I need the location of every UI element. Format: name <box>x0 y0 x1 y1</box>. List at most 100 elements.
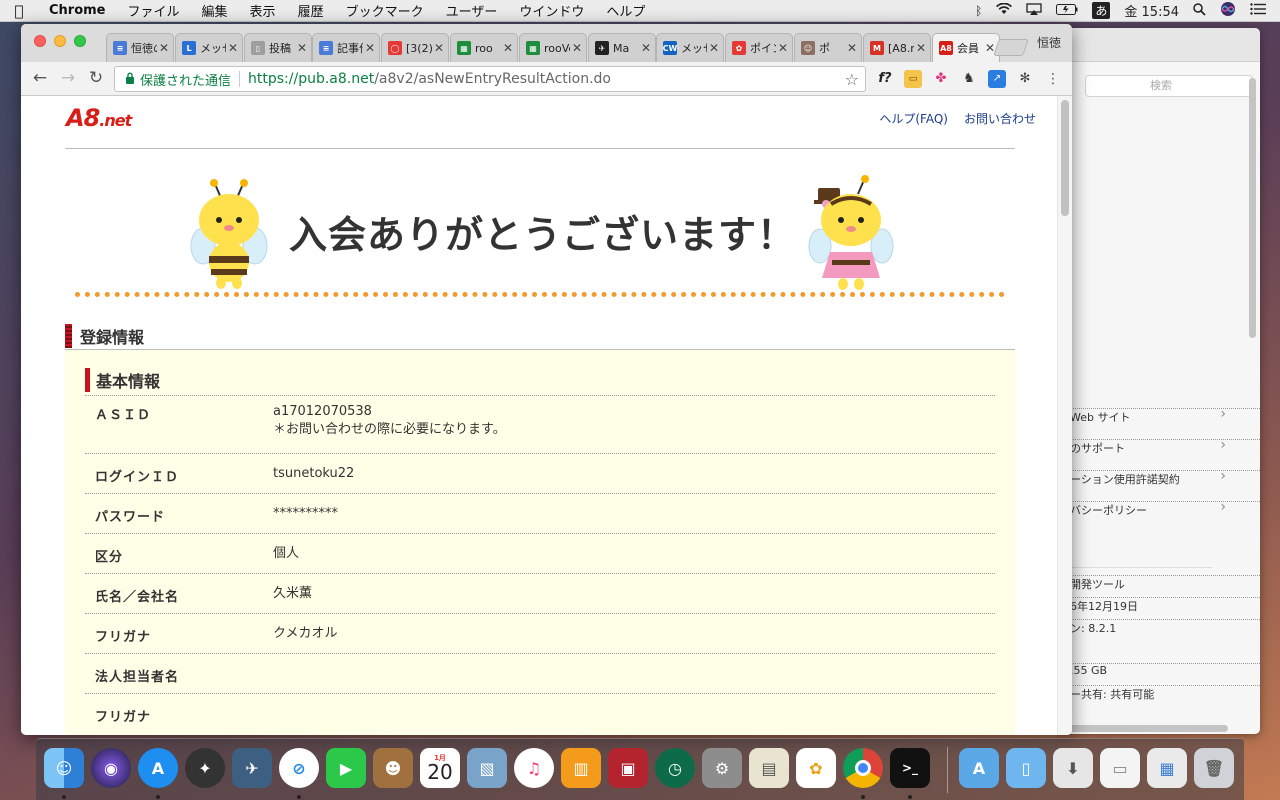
chrome-menu-icon[interactable]: ⋮ <box>1044 70 1062 88</box>
tab-close-icon[interactable]: ✕ <box>847 41 857 55</box>
system-preferences-icon[interactable]: ⚙ <box>702 748 742 788</box>
tab-4[interactable]: ◯ [3(2)]✕ <box>381 33 449 62</box>
photos-icon[interactable]: ✿ <box>796 748 836 788</box>
app-store-icon[interactable]: A <box>138 748 178 788</box>
tab-3[interactable]: ≡ 記事作✕ <box>312 33 380 62</box>
preview-icon[interactable]: ✈ <box>232 748 272 788</box>
formula-extension-icon[interactable]: f? <box>876 70 894 88</box>
address-bar[interactable]: 保護された通信 https://pub.a8.net/a8v2/asNewEnt… <box>114 66 866 92</box>
bg-link-license[interactable]: ーション使用許諾契約 <box>1070 470 1260 487</box>
bg-link-support[interactable]: のサポート <box>1070 439 1260 456</box>
spotlight-icon[interactable] <box>1193 2 1206 19</box>
tab-2[interactable]: ▯ 投稿 ✕ <box>244 33 312 62</box>
photo-viewer-icon[interactable]: ▧ <box>467 748 507 788</box>
siri-icon[interactable] <box>1220 1 1236 20</box>
profile-button[interactable]: 恒徳 <box>1037 34 1061 51</box>
minimize-window-button[interactable] <box>54 35 66 47</box>
ime-indicator[interactable]: あ <box>1092 2 1111 19</box>
ruler-extension-icon[interactable]: ▭ <box>904 70 922 88</box>
menu-file[interactable]: ファイル <box>117 1 191 20</box>
chrome-icon[interactable] <box>843 748 883 788</box>
file-stack-icon[interactable]: ▭ <box>1100 748 1140 788</box>
tools-extension-icon[interactable]: ✻ <box>1016 70 1034 88</box>
bg-link-website[interactable]: Web サイト <box>1070 408 1260 425</box>
menu-bookmarks[interactable]: ブックマーク <box>335 1 435 20</box>
background-horizontal-scrollbar[interactable] <box>1060 725 1228 732</box>
airplay-icon[interactable] <box>1026 2 1043 19</box>
tab-12[interactable]: A8 会員 ✕ <box>932 33 1000 62</box>
battery-icon[interactable] <box>1056 3 1078 18</box>
tab-11[interactable]: M [A8.n✕ <box>863 33 931 62</box>
tab-close-icon[interactable]: ✕ <box>709 41 719 55</box>
page-scrollbar[interactable] <box>1057 96 1072 735</box>
close-window-button[interactable] <box>34 35 46 47</box>
menu-view[interactable]: 表示 <box>239 1 287 20</box>
photo-booth-icon[interactable]: ▣ <box>608 748 648 788</box>
tab-close-icon[interactable]: ✕ <box>365 41 375 55</box>
a8-logo[interactable]: A8.net <box>66 104 132 132</box>
tab-title: メッセ <box>200 42 226 55</box>
applications-folder-icon[interactable]: A <box>959 748 999 788</box>
tab-0[interactable]: ≡ 恒徳の✕ <box>106 33 174 62</box>
tab-close-icon[interactable]: ✕ <box>641 41 651 55</box>
reload-button[interactable]: ↻ <box>85 68 107 88</box>
facetime-icon[interactable]: ▶ <box>326 748 366 788</box>
new-tab-button[interactable] <box>993 39 1029 56</box>
background-search-field[interactable]: 検索 <box>1085 75 1253 97</box>
menu-history[interactable]: 履歴 <box>287 1 335 20</box>
tab-close-icon[interactable]: ✕ <box>503 41 513 55</box>
tab-close-icon[interactable]: ✕ <box>572 41 582 55</box>
tab-8[interactable]: CW メッセ✕ <box>656 33 724 62</box>
screenshots-stack-icon[interactable]: ▦ <box>1147 748 1187 788</box>
notification-center-icon[interactable] <box>1250 3 1266 18</box>
finder-icon[interactable]: ☺ <box>44 748 84 788</box>
launchpad-icon[interactable]: ✦ <box>185 748 225 788</box>
bluetooth-icon[interactable]: ᛒ <box>975 4 982 18</box>
help-faq-link[interactable]: ヘルプ(FAQ) <box>879 110 948 127</box>
tab-7[interactable]: ✈ Ma ✕ <box>588 33 656 62</box>
tab-9[interactable]: ✿ ポイン✕ <box>725 33 793 62</box>
background-scrollbar[interactable] <box>1249 78 1256 338</box>
share-extension-icon[interactable]: ↗ <box>988 70 1006 88</box>
tab-1[interactable]: L メッセ✕ <box>175 33 243 62</box>
menu-app-name[interactable]: Chrome <box>38 3 117 18</box>
calendar-icon[interactable]: 1月 20 <box>420 748 460 788</box>
menu-help[interactable]: ヘルプ <box>595 1 656 20</box>
tab-close-icon[interactable]: ✕ <box>228 41 238 55</box>
ibooks-icon[interactable]: ▥ <box>561 748 601 788</box>
downloads-stack-icon[interactable]: ⬇ <box>1053 748 1093 788</box>
scrollbar-thumb[interactable] <box>1061 100 1069 216</box>
time-machine-icon[interactable]: ◷ <box>655 748 695 788</box>
bookmark-star-icon[interactable]: ☆ <box>845 70 859 89</box>
contact-link[interactable]: お問い合わせ <box>964 110 1036 127</box>
documents-folder-icon[interactable]: ▯ <box>1006 748 1046 788</box>
back-button[interactable]: ← <box>29 68 51 88</box>
preview-app-icon[interactable]: ▤ <box>749 748 789 788</box>
tab-close-icon[interactable]: ✕ <box>159 41 169 55</box>
color-extension-icon[interactable]: ✤ <box>932 70 950 88</box>
apple-icon[interactable]:  <box>0 2 38 20</box>
row-value: 久米薫 <box>273 585 312 603</box>
zoom-window-button[interactable] <box>74 35 86 47</box>
safari-icon[interactable]: ⊘ <box>279 748 319 788</box>
tab-close-icon[interactable]: ✕ <box>778 41 788 55</box>
forward-button[interactable]: → <box>57 68 79 88</box>
tab-close-icon[interactable]: ✕ <box>916 41 926 55</box>
menu-edit[interactable]: 編集 <box>191 1 239 20</box>
terminal-icon[interactable]: >_ <box>890 748 930 788</box>
wifi-icon[interactable] <box>996 2 1013 18</box>
menu-people[interactable]: ユーザー <box>435 1 509 20</box>
bg-link-privacy[interactable]: バシーポリシー <box>1070 501 1260 518</box>
evernote-extension-icon[interactable]: ♞ <box>960 70 978 88</box>
tab-close-icon[interactable]: ✕ <box>297 41 307 55</box>
trash-icon[interactable]: 🗑 <box>1194 748 1234 788</box>
clock[interactable]: 金 15:54 <box>1124 1 1179 20</box>
tab-5[interactable]: ▦ roo ✕ <box>450 33 518 62</box>
contacts-icon[interactable]: ☻ <box>373 748 413 788</box>
tab-close-icon[interactable]: ✕ <box>434 41 444 55</box>
tab-10[interactable]: ☺ ポ ✕ <box>794 33 862 62</box>
tab-6[interactable]: ▦ rooVe✕ <box>519 33 587 62</box>
menu-window[interactable]: ウインドウ <box>508 1 595 20</box>
siri-icon[interactable]: ◉ <box>91 748 131 788</box>
itunes-icon[interactable]: ♫ <box>514 748 554 788</box>
